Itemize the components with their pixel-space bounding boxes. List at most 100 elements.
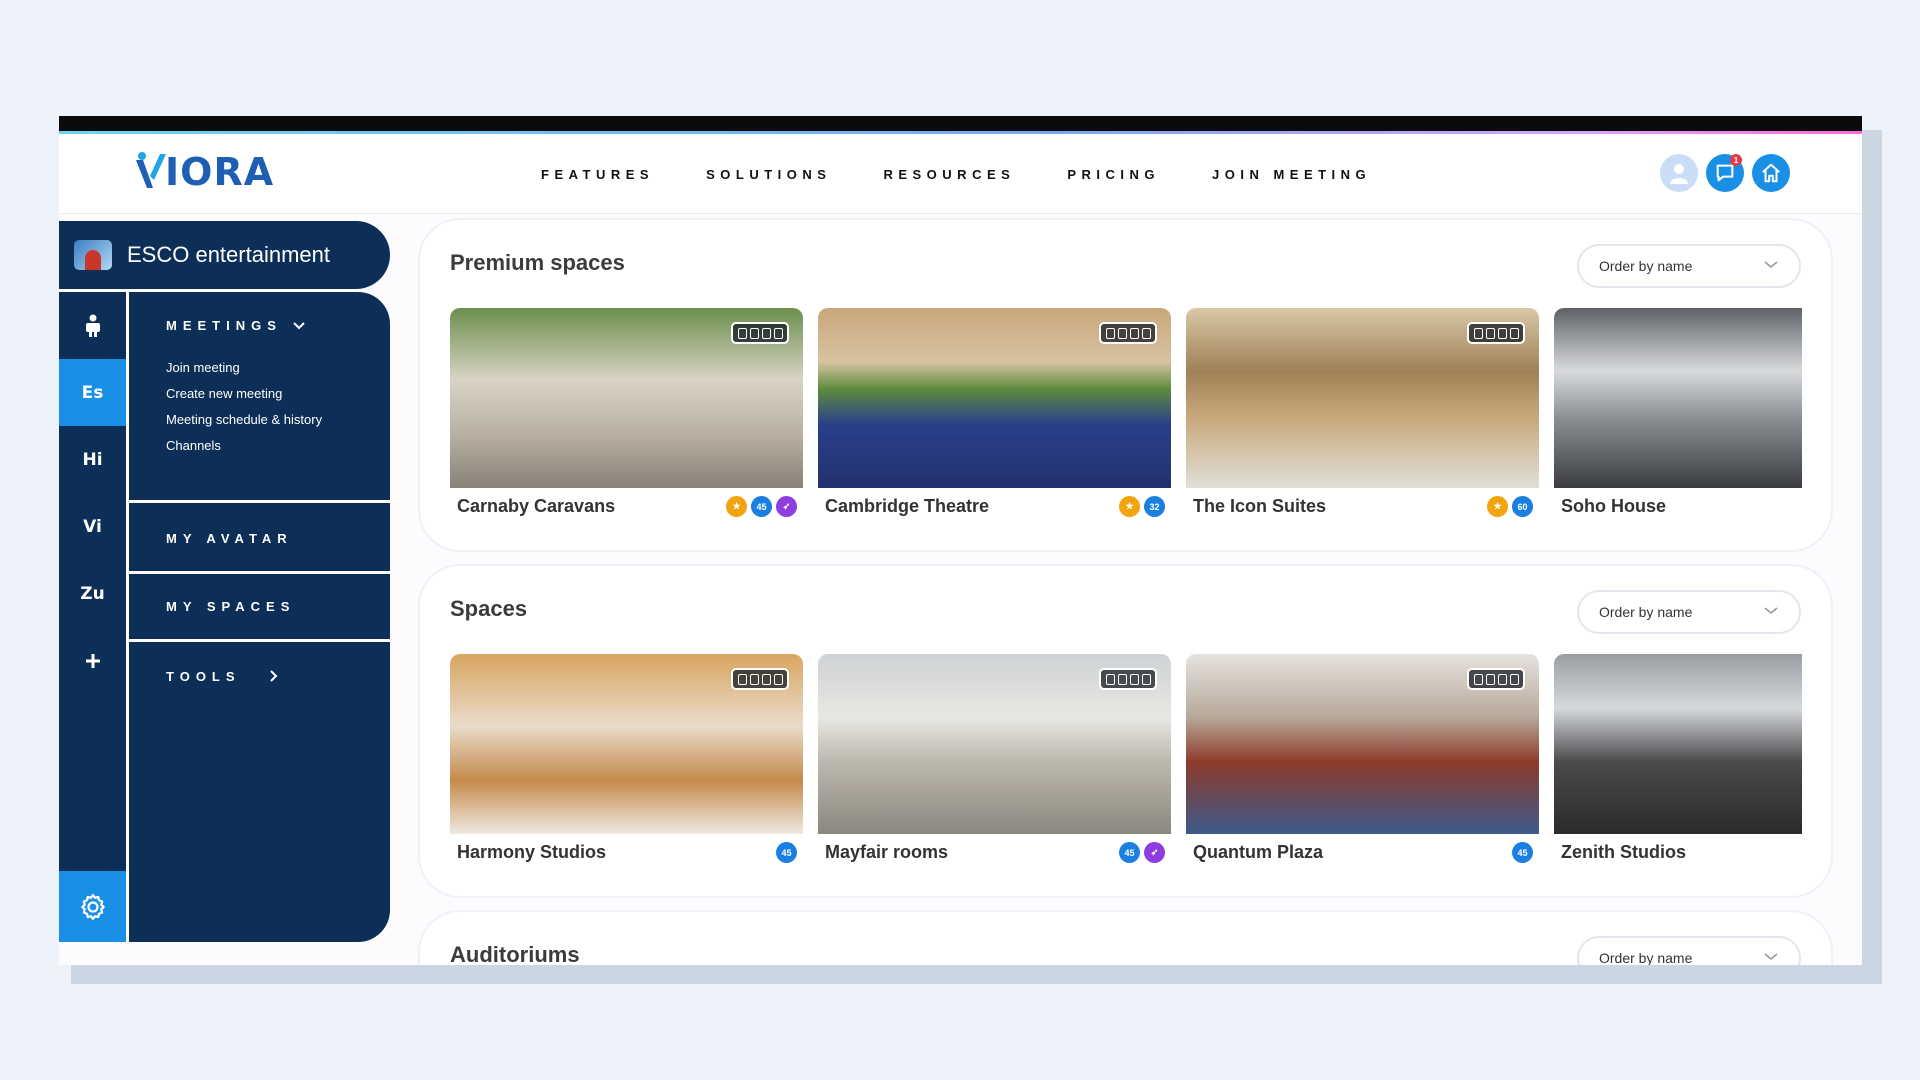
space-badges: 45 — [776, 842, 797, 863]
seats-icon — [1467, 322, 1525, 344]
order-dropdown[interactable]: Order by name — [1577, 590, 1801, 634]
nav-solutions[interactable]: SOLUTIONS — [706, 167, 831, 182]
settings-button[interactable] — [59, 871, 126, 942]
rail-person-button[interactable] — [59, 292, 126, 359]
org-avatar — [74, 240, 112, 270]
rocket-icon: ➶ — [776, 496, 797, 517]
space-thumbnail — [818, 654, 1171, 834]
menu-join-meeting[interactable]: Join meeting — [166, 360, 240, 375]
org-selector[interactable]: ESCO entertainment — [59, 221, 390, 289]
capacity-badge: 32 — [1144, 496, 1165, 517]
main-nav: FEATURES SOLUTIONS RESOURCES PRICING JOI… — [541, 134, 1423, 214]
user-icon — [1670, 164, 1688, 184]
notifications-button[interactable]: 1 — [1706, 154, 1744, 192]
nav-features[interactable]: FEATURES — [541, 167, 654, 182]
rail-add-button[interactable] — [59, 627, 126, 694]
seats-icon — [1099, 322, 1157, 344]
nav-resources[interactable]: RESOURCES — [883, 167, 1015, 182]
menu-meeting-schedule[interactable]: Meeting schedule & history — [166, 412, 322, 427]
profile-button[interactable] — [1660, 154, 1698, 192]
order-label: Order by name — [1599, 604, 1693, 620]
space-badges: 45 — [1512, 842, 1533, 863]
space-tile[interactable]: The Icon Suites ★ 60 — [1186, 308, 1539, 517]
space-badges: ★ 45 ➶ — [726, 496, 797, 517]
section-title: Auditoriums — [450, 942, 580, 965]
rocket-icon: ➶ — [1144, 842, 1165, 863]
menu-create-meeting[interactable]: Create new meeting — [166, 386, 282, 401]
spaces-card: Spaces Order by name Harmony Studios 45 … — [420, 566, 1831, 896]
star-icon: ★ — [1119, 496, 1140, 517]
section-title: Spaces — [450, 596, 528, 621]
space-badges: ★ 60 — [1487, 496, 1533, 517]
capacity-badge: 45 — [1512, 842, 1533, 863]
space-name: Soho House — [1561, 496, 1667, 516]
space-name: Quantum Plaza — [1193, 842, 1324, 862]
space-name: Harmony Studios — [457, 842, 607, 862]
seats-icon — [731, 322, 789, 344]
rail-item-vi[interactable]: Vi — [59, 493, 126, 560]
space-tile[interactable]: Zenith Studios — [1554, 654, 1802, 862]
logo-text: IORA — [165, 150, 275, 194]
gear-icon — [80, 893, 105, 920]
meetings-toggle[interactable]: MEETINGS — [166, 318, 306, 333]
space-tile[interactable]: Cambridge Theatre ★ 32 — [818, 308, 1171, 517]
space-tile[interactable]: Soho House — [1554, 308, 1802, 516]
nav-join-meeting[interactable]: JOIN MEETING — [1212, 167, 1371, 182]
plus-icon — [85, 653, 100, 668]
chevron-down-icon — [293, 321, 305, 329]
side-panel: MEETINGS Join meeting Create new meeting… — [129, 292, 390, 942]
space-tile[interactable]: Mayfair rooms 45 ➶ — [818, 654, 1171, 863]
space-name: Carnaby Caravans — [457, 496, 616, 516]
notification-badge: 1 — [1730, 154, 1742, 166]
space-name: Mayfair rooms — [825, 842, 949, 862]
meetings-section: MEETINGS Join meeting Create new meeting… — [129, 292, 390, 503]
chevron-down-icon — [1764, 261, 1778, 269]
person-icon — [85, 314, 100, 337]
tools-label: TOOLS — [166, 668, 241, 684]
space-thumbnail — [1554, 654, 1802, 834]
logo[interactable]: IORA — [133, 142, 274, 202]
home-button[interactable] — [1752, 154, 1790, 192]
space-tile[interactable]: Harmony Studios 45 — [450, 654, 803, 863]
space-name: Zenith Studios — [1561, 842, 1686, 862]
seats-icon — [731, 668, 789, 690]
section-title: Premium spaces — [450, 250, 625, 275]
header: IORA FEATURES SOLUTIONS RESOURCES PRICIN… — [59, 134, 1862, 214]
menu-my-avatar[interactable]: MY AVATAR — [129, 506, 390, 574]
menu-tools[interactable]: TOOLS — [129, 642, 390, 710]
space-thumbnail — [1554, 308, 1802, 488]
space-name: Cambridge Theatre — [825, 496, 990, 516]
menu-channels[interactable]: Channels — [166, 438, 221, 453]
space-tile[interactable]: Quantum Plaza 45 — [1186, 654, 1539, 863]
space-thumbnail — [450, 308, 803, 488]
capacity-badge: 45 — [1119, 842, 1140, 863]
rail-item-es[interactable]: Es — [59, 359, 126, 426]
order-label: Order by name — [1599, 258, 1693, 274]
home-icon — [1762, 163, 1780, 183]
my-avatar-label: MY AVATAR — [166, 531, 293, 546]
star-icon: ★ — [726, 496, 747, 517]
window-top-bar — [59, 116, 1862, 131]
space-badges: ★ 32 — [1119, 496, 1165, 517]
menu-my-spaces[interactable]: MY SPACES — [129, 574, 390, 642]
logo-mark-icon — [136, 152, 166, 188]
auditoriums-card: Auditoriums Order by name — [420, 912, 1831, 965]
seats-icon — [1467, 668, 1525, 690]
order-dropdown[interactable]: Order by name — [1577, 244, 1801, 288]
tile-row: Carnaby Caravans ★ 45 ➶ Cambridge Theatr… — [450, 308, 1802, 518]
capacity-badge: 45 — [776, 842, 797, 863]
space-badges: 45 ➶ — [1119, 842, 1165, 863]
order-label: Order by name — [1599, 950, 1693, 965]
capacity-badge: 60 — [1512, 496, 1533, 517]
rail-item-hi[interactable]: Hi — [59, 426, 126, 493]
premium-spaces-card: Premium spaces Order by name Carnaby Car… — [420, 220, 1831, 550]
nav-pricing[interactable]: PRICING — [1067, 167, 1160, 182]
capacity-badge: 45 — [751, 496, 772, 517]
chevron-down-icon — [1764, 607, 1778, 615]
seats-icon — [1099, 668, 1157, 690]
order-dropdown[interactable]: Order by name — [1577, 936, 1801, 965]
org-name: ESCO entertainment — [127, 242, 330, 267]
space-tile[interactable]: Carnaby Caravans ★ 45 ➶ — [450, 308, 803, 517]
chevron-down-icon — [1764, 953, 1778, 961]
rail-item-zu[interactable]: Zu — [59, 560, 126, 627]
